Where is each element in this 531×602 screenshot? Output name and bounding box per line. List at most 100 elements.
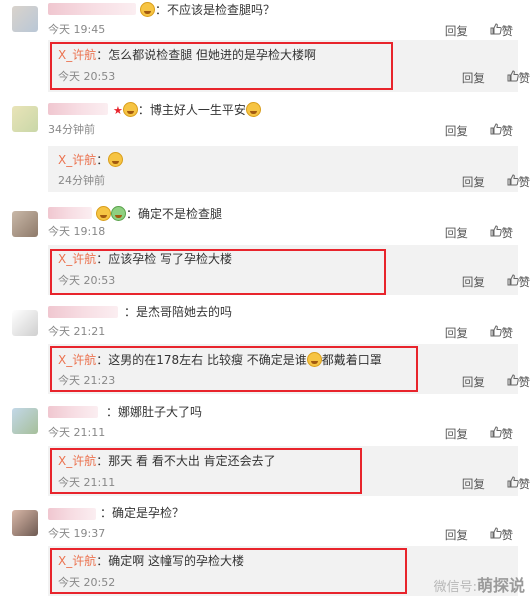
thumbs-up-icon [507, 70, 519, 82]
blurred-username[interactable] [48, 508, 96, 520]
blurred-username[interactable] [48, 207, 92, 219]
like-button[interactable]: 赞 [507, 174, 531, 189]
like-button[interactable]: 赞 [507, 374, 531, 389]
highlight-frame [50, 448, 362, 494]
comment-time: 今天 21:11 [48, 426, 106, 439]
watermark-prefix: 微信号: [433, 580, 477, 595]
avatar[interactable] [12, 6, 38, 32]
reply-body: ： [96, 153, 109, 167]
comment-actions: 回复 赞 [445, 426, 513, 441]
like-button[interactable]: 赞 [490, 225, 514, 240]
reply-actions: 回复 赞 [462, 374, 530, 389]
reply-author[interactable]: X_许航 [58, 153, 96, 167]
like-label: 赞 [501, 427, 514, 441]
reply-button[interactable]: 回复 [445, 25, 468, 38]
like-label: 赞 [518, 71, 531, 85]
emoji-icon [111, 206, 126, 221]
watermark-brand: 萌探说 [476, 576, 525, 595]
like-label: 赞 [501, 24, 514, 38]
reply-button[interactable]: 回复 [462, 176, 485, 189]
avatar[interactable] [12, 211, 38, 237]
emoji-icon [96, 206, 111, 221]
comment-thread: ：不应该是检查腿吗？ 今天 19:45 回复 赞 X_许航：怎么都说检查腿 但她… [0, 0, 531, 100]
reply-button[interactable]: 回复 [445, 327, 468, 340]
reply-button[interactable]: 回复 [462, 376, 485, 389]
thumbs-up-icon [507, 174, 519, 186]
comment-actions: 回复 赞 [445, 225, 513, 240]
emoji-icon [140, 2, 155, 17]
comment-text: ：确定是孕检？ [100, 506, 185, 520]
comment-text: ：不应该是检查腿吗？ [140, 2, 275, 17]
like-button[interactable]: 赞 [507, 476, 531, 491]
avatar[interactable] [12, 408, 38, 434]
thumbs-up-icon [490, 123, 502, 135]
comment-body: ：确定不是检查腿 [126, 207, 223, 221]
comment-time: 今天 21:21 [48, 325, 106, 338]
highlight-frame [50, 346, 418, 392]
comment-time: 今天 19:37 [48, 527, 106, 540]
highlight-frame [50, 548, 407, 594]
reply-time: 24分钟前 [58, 174, 105, 187]
comment-text: ★ ：博主好人一生平安 [113, 102, 261, 118]
thumbs-up-icon [507, 374, 519, 386]
emoji-icon [122, 102, 138, 117]
reply-button[interactable]: 回复 [462, 72, 485, 85]
like-label: 赞 [501, 528, 514, 542]
like-label: 赞 [501, 226, 514, 240]
like-button[interactable]: 赞 [490, 123, 513, 138]
like-button[interactable]: 赞 [490, 23, 514, 38]
thumbs-up-icon [507, 476, 519, 488]
avatar[interactable] [12, 106, 38, 132]
comment-time: 今天 19:18 [48, 225, 106, 238]
reply-button[interactable]: 回复 [445, 227, 468, 240]
comment-text: ：是杰哥陪她去的吗 [124, 305, 233, 319]
comment-body: ：不应该是检查腿吗？ [155, 3, 276, 17]
like-button[interactable]: 赞 [507, 70, 531, 85]
comment-thread: ★ ：博主好人一生平安 34分钟前 回复 赞 X_许航： 24分钟前 回复 赞 [0, 100, 531, 200]
comment-actions: 回复 赞 [445, 23, 513, 38]
reply-actions: 回复 赞 [462, 174, 530, 189]
like-label: 赞 [518, 275, 531, 289]
watermark: 微信号:萌探说 [434, 572, 525, 596]
reply-button[interactable]: 回复 [445, 529, 468, 542]
comment-time: 今天 19:45 [48, 23, 106, 36]
highlight-frame [50, 249, 386, 295]
like-label: 赞 [518, 175, 531, 189]
like-button[interactable]: 赞 [490, 325, 513, 340]
reply-button[interactable]: 回复 [462, 276, 485, 289]
like-label: 赞 [518, 477, 531, 491]
comment-thread: ：娜娜肚子大了吗 今天 21:11 回复 赞 X_许航：那天 看 看不大出 肯定… [0, 402, 531, 502]
star-icon: ★ [113, 104, 123, 117]
thumbs-up-icon [507, 274, 519, 286]
reply-button[interactable]: 回复 [462, 478, 485, 491]
emoji-icon [108, 152, 124, 167]
comment-actions: 回复 赞 [445, 123, 513, 138]
comment-body: ：博主好人一生平安 [137, 103, 246, 117]
highlight-frame [50, 42, 393, 90]
thumbs-up-icon [490, 527, 502, 539]
comment-text: ：娜娜肚子大了吗 [106, 405, 203, 419]
avatar[interactable] [12, 510, 38, 536]
thumbs-up-icon [490, 325, 502, 337]
like-button[interactable]: 赞 [490, 426, 514, 441]
blurred-username[interactable] [48, 3, 136, 15]
comment-thread: ：是杰哥陪她去的吗 今天 21:21 回复 赞 X_许航：这男的在178左右 比… [0, 302, 531, 402]
thumbs-up-icon [490, 23, 502, 35]
reply-actions: 回复 赞 [462, 476, 530, 491]
blurred-username[interactable] [48, 103, 108, 115]
emoji-icon [245, 102, 261, 117]
like-label: 赞 [518, 375, 531, 389]
reply-button[interactable]: 回复 [445, 125, 468, 138]
blurred-username[interactable] [48, 406, 98, 418]
comment-actions: 回复 赞 [445, 527, 513, 542]
reply-actions: 回复 赞 [462, 274, 530, 289]
blurred-username[interactable] [48, 306, 118, 318]
avatar[interactable] [12, 310, 38, 336]
reply-text: X_许航： [58, 152, 124, 167]
like-button[interactable]: 赞 [507, 274, 531, 289]
comment-text: ：确定不是检查腿 [96, 206, 222, 221]
like-button[interactable]: 赞 [490, 527, 514, 542]
thumbs-up-icon [490, 225, 502, 237]
reply-button[interactable]: 回复 [445, 428, 468, 441]
reply-actions: 回复 赞 [462, 70, 530, 85]
